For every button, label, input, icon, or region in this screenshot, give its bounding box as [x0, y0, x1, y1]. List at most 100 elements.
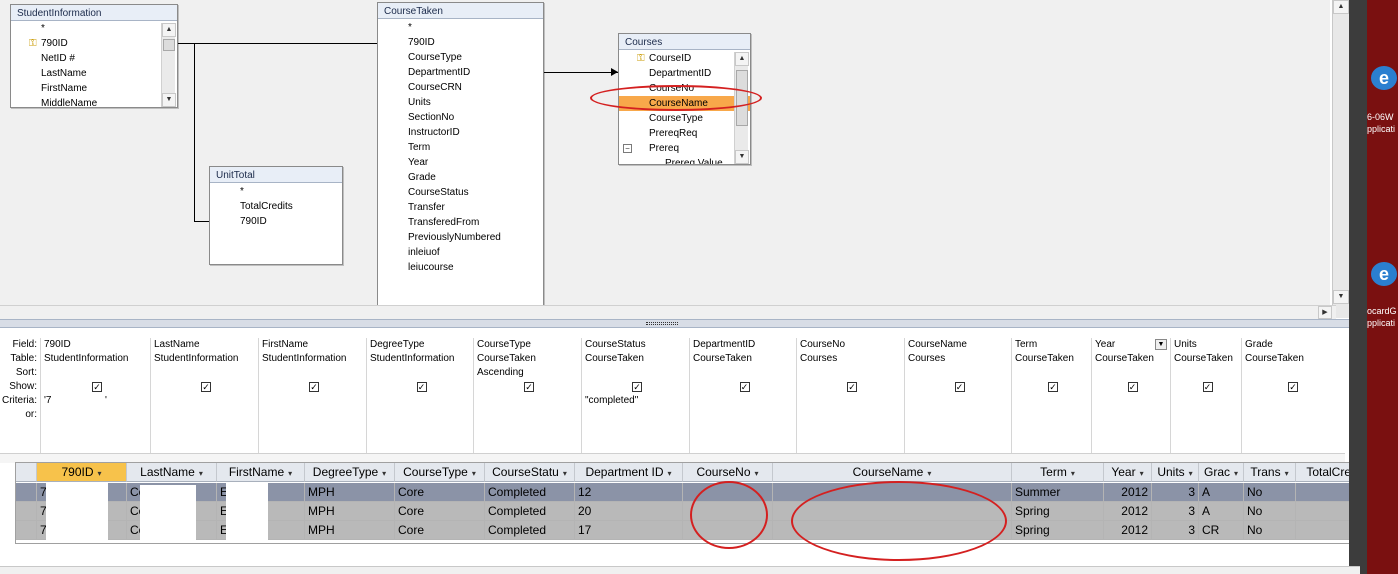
table-title[interactable]: Courses	[619, 34, 750, 50]
column-header[interactable]: Trans ▾	[1244, 463, 1296, 482]
grid-or-cell[interactable]	[1171, 408, 1241, 422]
show-checkbox[interactable]: ✓	[847, 382, 857, 392]
show-checkbox[interactable]: ✓	[201, 382, 211, 392]
scroll-up-icon[interactable]: ▲	[162, 23, 176, 37]
table-cell[interactable]: Summer	[1012, 483, 1104, 502]
dropdown-arrow-icon[interactable]: ▾	[668, 469, 672, 478]
row-selector[interactable]	[16, 502, 37, 521]
column-header[interactable]: CourseName ▾	[773, 463, 1012, 482]
internet-explorer-icon[interactable]: e	[1371, 66, 1397, 90]
column-header[interactable]: LastName ▾	[127, 463, 217, 482]
dropdown-arrow-icon[interactable]: ▾	[288, 469, 292, 478]
join-line[interactable]	[194, 43, 195, 221]
field-row[interactable]: Year	[378, 155, 543, 170]
grid-show-cell[interactable]: ✓	[1012, 380, 1091, 394]
grid-or-cell[interactable]	[474, 408, 581, 422]
column-header[interactable]: DegreeType ▾	[305, 463, 395, 482]
scroll-thumb[interactable]	[736, 70, 748, 126]
dropdown-arrow-icon[interactable]: ▾	[755, 469, 759, 478]
grid-or-cell[interactable]	[367, 408, 473, 422]
show-checkbox[interactable]: ✓	[416, 382, 427, 392]
grid-column[interactable]: Grade CourseTaken ✓	[1241, 338, 1341, 463]
dropdown-arrow-icon[interactable]: ▾	[1071, 469, 1075, 478]
table-cell[interactable]: 2012	[1104, 521, 1152, 540]
grid-table-cell[interactable]: StudentInformation	[367, 352, 473, 366]
grid-column[interactable]: Year ▼ CourseTaken ✓	[1091, 338, 1170, 463]
column-header[interactable]: Units ▾	[1152, 463, 1199, 482]
grid-show-cell[interactable]: ✓	[1092, 380, 1170, 394]
grid-criteria-cell[interactable]	[1171, 394, 1241, 408]
dropdown-arrow-icon[interactable]: ▾	[927, 469, 931, 478]
grid-column[interactable]: CourseName Courses ✓	[904, 338, 1011, 463]
grid-column[interactable]: FirstName StudentInformation ✓	[258, 338, 366, 463]
grid-show-cell[interactable]: ✓	[1171, 380, 1241, 394]
field-row[interactable]: TotalCredits	[210, 199, 342, 214]
table-title[interactable]: UnitTotal	[210, 167, 342, 183]
scroll-right-icon[interactable]: ▶	[1318, 306, 1332, 319]
table-cell[interactable]: 17	[575, 521, 683, 540]
grid-show-cell[interactable]: ✓	[690, 380, 796, 394]
table-cell[interactable]: MPH	[305, 521, 395, 540]
grid-sort-cell[interactable]	[797, 366, 904, 380]
grid-criteria-cell[interactable]: "completed"	[582, 394, 689, 408]
grid-show-cell[interactable]: ✓	[905, 380, 1011, 394]
grid-column[interactable]: CourseStatus CourseTaken ✓ "completed"	[581, 338, 689, 463]
grid-field-cell[interactable]: Units	[1171, 338, 1241, 352]
show-checkbox[interactable]: ✓	[954, 382, 965, 392]
table-cell[interactable]: 3	[1152, 483, 1199, 502]
field-row-selected[interactable]: CourseName	[619, 96, 750, 111]
table-unittotal[interactable]: UnitTotal * TotalCredits 790ID	[209, 166, 343, 265]
field-row[interactable]: Transfer	[378, 200, 543, 215]
grid-column[interactable]: LastName StudentInformation ✓	[150, 338, 258, 463]
grid-column[interactable]: CourseNo Courses ✓	[796, 338, 904, 463]
show-checkbox[interactable]: ✓	[1202, 382, 1213, 392]
field-row[interactable]: 790ID	[210, 214, 342, 229]
table-coursetaken[interactable]: CourseTaken * 790ID CourseType Departmen…	[377, 2, 544, 306]
grid-show-cell[interactable]: ✓	[797, 380, 904, 394]
grid-show-cell[interactable]: ✓	[367, 380, 473, 394]
table-courses[interactable]: Courses ⚿ CourseID DepartmentID CourseNo …	[618, 33, 751, 165]
select-all-corner[interactable]	[16, 463, 37, 482]
column-header[interactable]: FirstName ▾	[217, 463, 305, 482]
field-row[interactable]: CourseType	[619, 111, 750, 126]
grid-or-cell[interactable]	[1012, 408, 1091, 422]
vertical-scrollbar[interactable]: ▲ ▼	[161, 23, 176, 107]
field-row[interactable]: PreviouslyNumbered	[378, 230, 543, 245]
table-cell[interactable]: No	[1244, 483, 1296, 502]
grid-field-cell[interactable]: CourseStatus	[582, 338, 689, 352]
scroll-up-icon[interactable]: ▲	[735, 52, 749, 66]
column-header[interactable]: CourseNo ▾	[683, 463, 773, 482]
field-row[interactable]: CourseNo	[619, 81, 750, 96]
field-row[interactable]: Prereq.Value	[619, 156, 750, 164]
grid-sort-cell[interactable]	[41, 366, 150, 380]
grid-criteria-cell[interactable]	[1012, 394, 1091, 408]
table-cell[interactable]: 3	[1152, 502, 1199, 521]
table-cell[interactable]	[773, 502, 1012, 521]
grid-criteria-cell[interactable]	[690, 394, 796, 408]
row-selector[interactable]	[16, 483, 37, 502]
grid-column[interactable]: 790ID StudentInformation ✓ '7 '	[40, 338, 150, 463]
table-cell[interactable]	[683, 483, 773, 502]
dropdown-arrow-icon[interactable]: ▾	[1285, 469, 1289, 478]
grid-sort-cell[interactable]	[367, 366, 473, 380]
table-cell[interactable]: MPH	[305, 502, 395, 521]
table-cell[interactable]: MPH	[305, 483, 395, 502]
grid-field-cell[interactable]: Year ▼	[1092, 338, 1170, 352]
show-checkbox[interactable]: ✓	[739, 382, 750, 392]
dropdown-arrow-icon[interactable]: ▾	[1140, 469, 1144, 478]
grid-field-cell[interactable]: LastName	[151, 338, 258, 352]
grid-or-cell[interactable]	[582, 408, 689, 422]
grid-table-cell[interactable]: CourseTaken	[1012, 352, 1091, 366]
dropdown-arrow-icon[interactable]: ▾	[1234, 469, 1238, 478]
grid-table-cell[interactable]: StudentInformation	[151, 352, 258, 366]
grid-column[interactable]: Units CourseTaken ✓	[1170, 338, 1241, 463]
field-row[interactable]: PrereqReq	[619, 126, 750, 141]
field-row[interactable]: InstructorID	[378, 125, 543, 140]
scroll-down-icon[interactable]: ▼	[735, 150, 749, 164]
grid-criteria-cell[interactable]	[797, 394, 904, 408]
grid-table-cell[interactable]: CourseTaken	[690, 352, 796, 366]
table-cell[interactable]: A	[1199, 483, 1244, 502]
table-cell[interactable]: A	[1199, 502, 1244, 521]
grid-field-cell[interactable]: CourseNo	[797, 338, 904, 352]
table-title[interactable]: CourseTaken	[378, 3, 543, 19]
